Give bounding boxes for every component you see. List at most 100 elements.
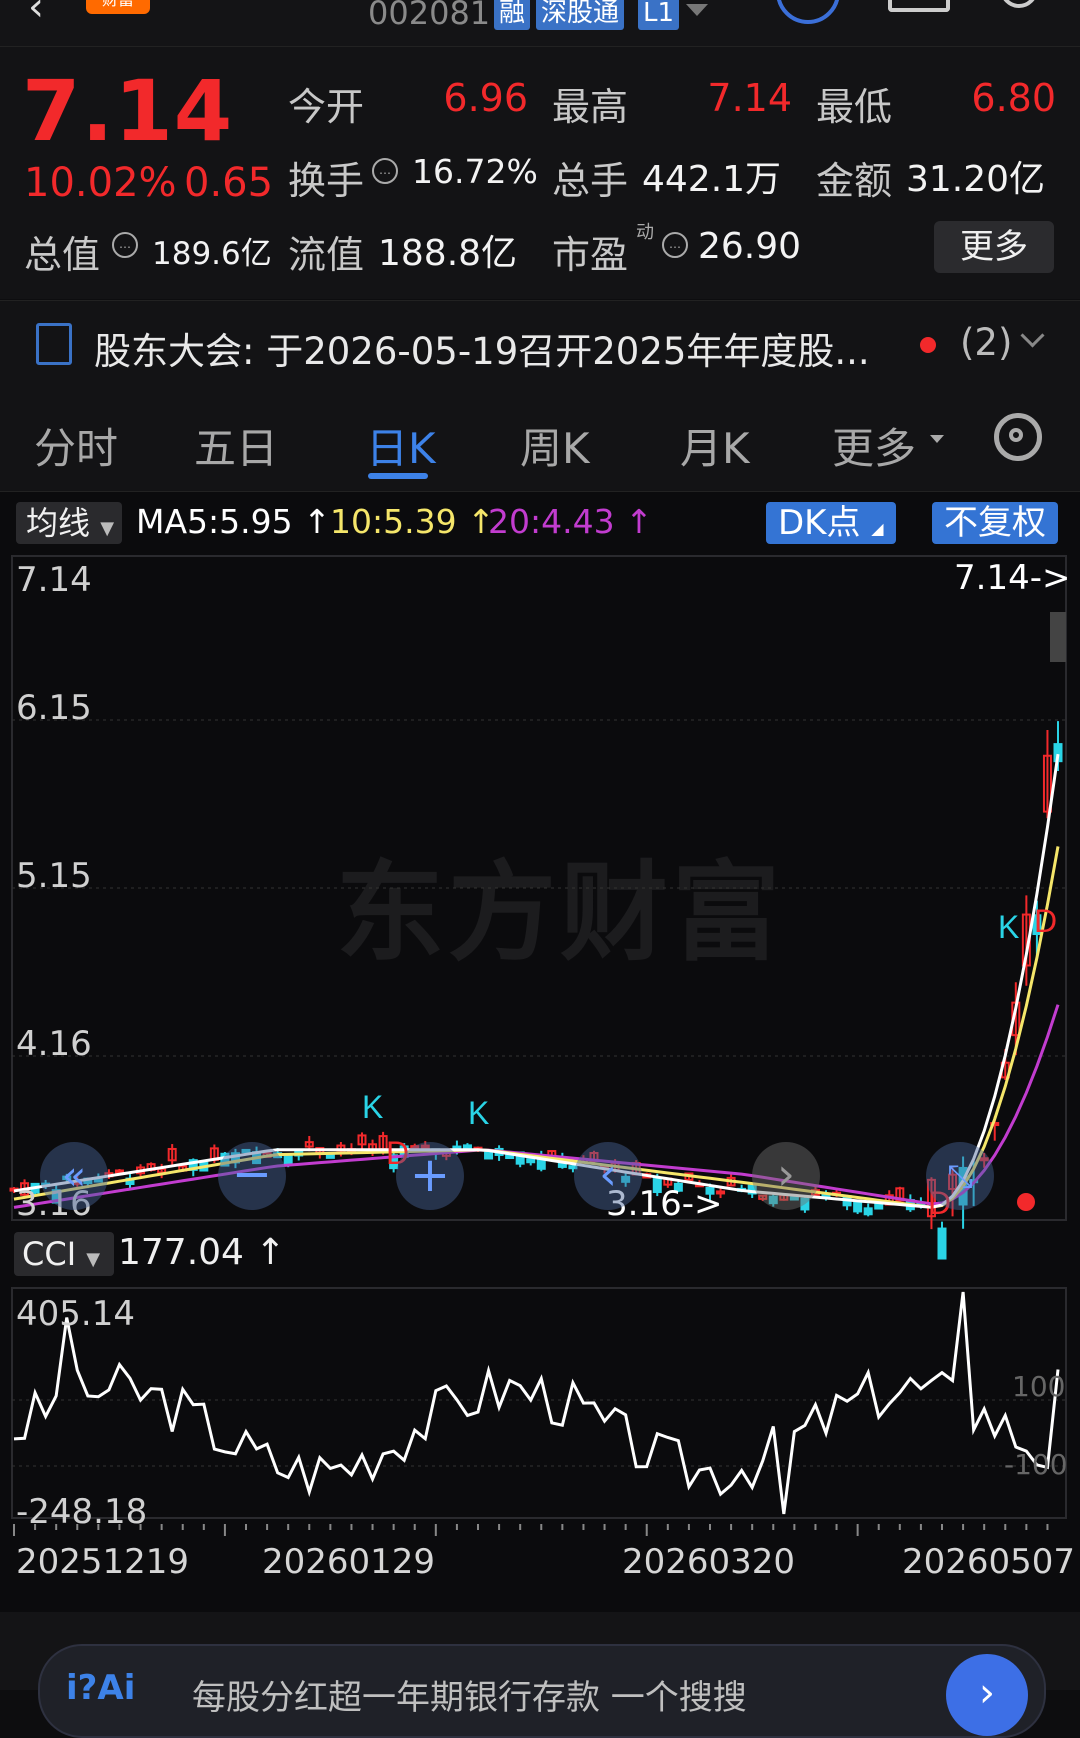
- y-tick: 5.15: [16, 856, 92, 896]
- info-icon[interactable]: …: [112, 232, 138, 258]
- caret-down-icon: ▼: [86, 1249, 101, 1270]
- cci-value-text: 177.04: [118, 1232, 244, 1273]
- last-price: 7.14: [22, 62, 234, 160]
- y-tick: 4.16: [16, 1024, 92, 1064]
- ma20-line: [13, 1004, 1060, 1209]
- k-signal: K: [998, 909, 1019, 945]
- scroll-right-button[interactable]: ›: [752, 1142, 820, 1210]
- chevron-left-icon: ‹: [599, 1149, 617, 1200]
- date-ticks: [13, 1524, 1049, 1536]
- date-tick: 20251219: [16, 1542, 190, 1582]
- ma10-label: 10:5.39 ↑: [330, 502, 495, 541]
- active-tab-indicator: [368, 473, 428, 479]
- notice-bar[interactable]: 股东大会: 于2026-05-19召开2025年年度股... (2): [0, 300, 1080, 388]
- ai-logo: i?Ai: [66, 1668, 136, 1708]
- tab-intraday[interactable]: 分时: [34, 415, 118, 476]
- candle-body: [462, 1144, 472, 1149]
- high-label: 最高: [552, 85, 629, 129]
- notice-count: (2): [960, 321, 1013, 364]
- back-icon[interactable]: ‹: [28, 0, 44, 30]
- volume-value: 442.1万: [642, 159, 782, 200]
- ai-go-button[interactable]: ›: [946, 1654, 1028, 1736]
- scroll-left-button[interactable]: ‹: [574, 1142, 642, 1210]
- stock-code: 002081: [368, 0, 491, 32]
- ai-circle-icon[interactable]: [776, 0, 840, 24]
- cci-level-minus-100: -100: [1004, 1448, 1068, 1481]
- chevron-right-icon: ›: [979, 1670, 995, 1716]
- low-label: 最低: [816, 85, 893, 129]
- cci-line: [13, 1291, 1060, 1515]
- info-icon[interactable]: …: [372, 158, 398, 184]
- search-icon[interactable]: [1000, 0, 1038, 8]
- ma5-label: MA5:5.95 ↑: [136, 502, 331, 541]
- dk-point-button[interactable]: DK点 ◢: [766, 502, 896, 544]
- level-badge: L1: [638, 0, 680, 30]
- change-percent: 10.02%: [24, 160, 177, 206]
- kline-chart[interactable]: K K K D D D: [0, 548, 1080, 1548]
- no-adjust-button[interactable]: 不复权: [932, 502, 1058, 544]
- change-amount: 0.65: [184, 160, 274, 206]
- candle-body: [114, 1169, 124, 1174]
- candle-body: [526, 1158, 536, 1164]
- cci-select-label: CCI: [22, 1235, 77, 1273]
- corner-icon: ◢: [871, 519, 884, 538]
- chevron-right-icon: ›: [777, 1149, 795, 1200]
- y-tick: 7.14: [16, 560, 92, 600]
- ma20-label: 20:4.43 ↑: [488, 502, 653, 541]
- cci-level-100: 100: [1012, 1370, 1066, 1403]
- zoom-in-button[interactable]: +: [396, 1142, 464, 1210]
- zoom-out-button[interactable]: −: [218, 1142, 286, 1210]
- cci-tick-bottom: -248.18: [16, 1492, 148, 1532]
- pe-superscript: 动: [636, 222, 654, 243]
- tab-weekly-k[interactable]: 周K: [520, 415, 590, 476]
- period-tabs: 分时 五日 日K 周K 月K 更多: [0, 387, 1080, 492]
- date-tick: 20260129: [262, 1542, 436, 1582]
- cci-tick-top: 405.14: [16, 1294, 135, 1334]
- tab-daily-k[interactable]: 日K: [366, 415, 436, 476]
- pe-value: 26.90: [698, 226, 802, 267]
- tab-more[interactable]: 更多: [832, 415, 916, 476]
- cci-select[interactable]: CCI ▼: [14, 1232, 114, 1276]
- chevron-down-icon[interactable]: [1020, 323, 1045, 348]
- date-tick: 20260320: [622, 1542, 796, 1582]
- ai-prompt-text[interactable]: 每股分红超一年期银行存款 一个搜搜: [192, 1670, 747, 1719]
- volume-label: 总手: [552, 159, 629, 203]
- ma5-line: [13, 753, 1060, 1209]
- caret-down-icon: [930, 435, 944, 443]
- indicator-select-label: 均线: [26, 504, 91, 542]
- ma10-line: [13, 846, 1060, 1209]
- turnover-value: 16.72%: [412, 152, 538, 191]
- expand-icon: ⤡: [947, 1157, 973, 1195]
- message-icon[interactable]: [888, 0, 950, 12]
- more-button[interactable]: 更多: [934, 221, 1054, 273]
- gear-icon[interactable]: [994, 413, 1042, 461]
- indicator-select[interactable]: 均线 ▼: [16, 502, 122, 544]
- market-cap-label: 总值: [24, 233, 101, 277]
- open-value: 6.96: [443, 76, 528, 120]
- chevron-down-icon[interactable]: [686, 4, 708, 16]
- plus-icon: +: [409, 1147, 451, 1203]
- float-cap-value: 188.8亿: [378, 233, 518, 274]
- margin-badge: 融: [494, 0, 531, 30]
- high-marker: 7.14->: [954, 558, 1071, 598]
- unread-dot: [920, 337, 936, 353]
- notice-text[interactable]: 股东大会: 于2026-05-19召开2025年年度股...: [94, 321, 870, 375]
- candle-body: [863, 1207, 873, 1216]
- ma10-value: 10:5.39: [330, 502, 457, 541]
- fast-back-button[interactable]: «: [40, 1142, 108, 1210]
- connect-badge: 深股通: [536, 0, 625, 30]
- ma5-value: MA5:5.95: [136, 502, 293, 541]
- tab-five-day[interactable]: 五日: [194, 415, 278, 476]
- candle-body: [853, 1200, 863, 1213]
- date-tick: 20260507: [902, 1542, 1076, 1582]
- turnover-label: 换手: [288, 159, 365, 203]
- expand-button[interactable]: ⤡: [926, 1142, 994, 1210]
- live-dot: [1017, 1193, 1035, 1211]
- ma20-value: 20:4.43: [488, 502, 615, 541]
- candle-body: [937, 1227, 947, 1260]
- candles-group: [9, 721, 1063, 1260]
- info-icon[interactable]: …: [662, 232, 688, 258]
- tab-monthly-k[interactable]: 月K: [680, 415, 750, 476]
- candle-body: [484, 1150, 494, 1160]
- scroll-thumb[interactable]: [1050, 612, 1066, 662]
